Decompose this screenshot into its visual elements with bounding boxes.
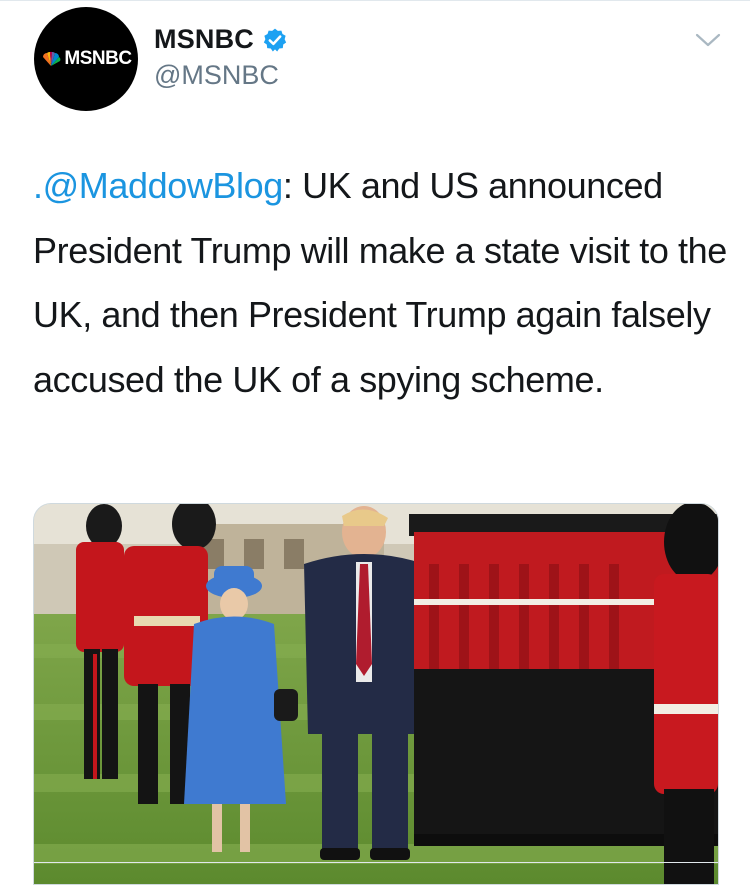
mention-link[interactable]: .@MaddowBlog <box>33 165 283 206</box>
tweet-photo[interactable] <box>33 503 719 885</box>
nbc-peacock-icon <box>43 51 61 66</box>
display-name[interactable]: MSNBC <box>154 24 254 55</box>
verified-badge-icon <box>263 28 287 51</box>
chevron-down-icon[interactable] <box>694 30 722 50</box>
avatar-logo: MSNBC <box>40 48 132 70</box>
top-divider <box>0 0 750 1</box>
photo-image <box>34 504 718 884</box>
author-handle[interactable]: @MSNBC <box>154 60 279 91</box>
card-footer-divider <box>34 862 718 863</box>
author-name-row[interactable]: MSNBC <box>154 24 288 55</box>
tweet-text: .@MaddowBlog: UK and US announced Presid… <box>33 154 733 412</box>
avatar[interactable]: MSNBC <box>34 7 138 111</box>
avatar-wordmark: MSNBC <box>64 48 132 69</box>
